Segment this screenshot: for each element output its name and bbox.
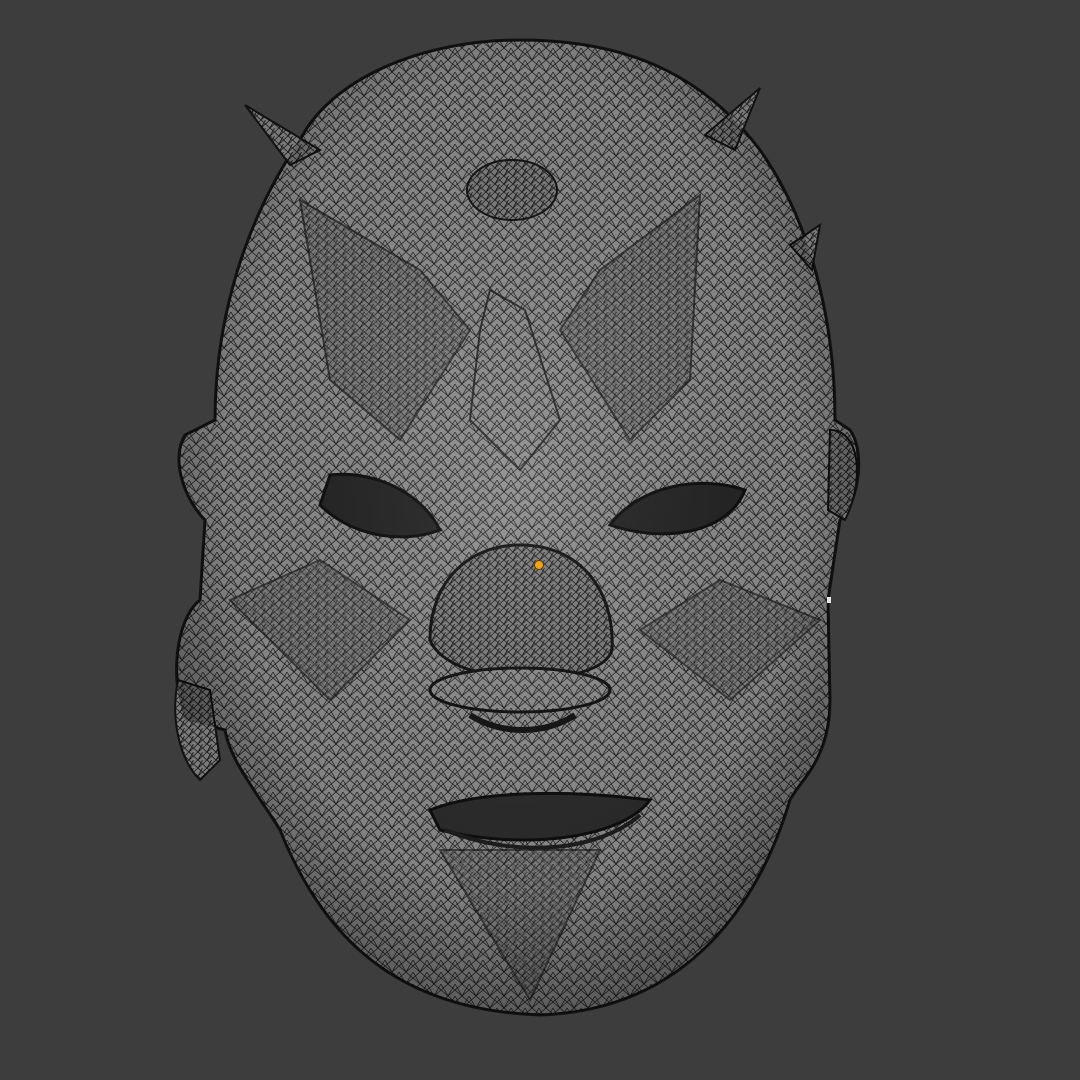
selection-marker — [827, 597, 831, 603]
wireframe-head-mesh-icon[interactable] — [0, 0, 1080, 1080]
3d-viewport[interactable] — [0, 0, 1080, 1080]
object-origin-dot-icon[interactable] — [534, 560, 544, 570]
